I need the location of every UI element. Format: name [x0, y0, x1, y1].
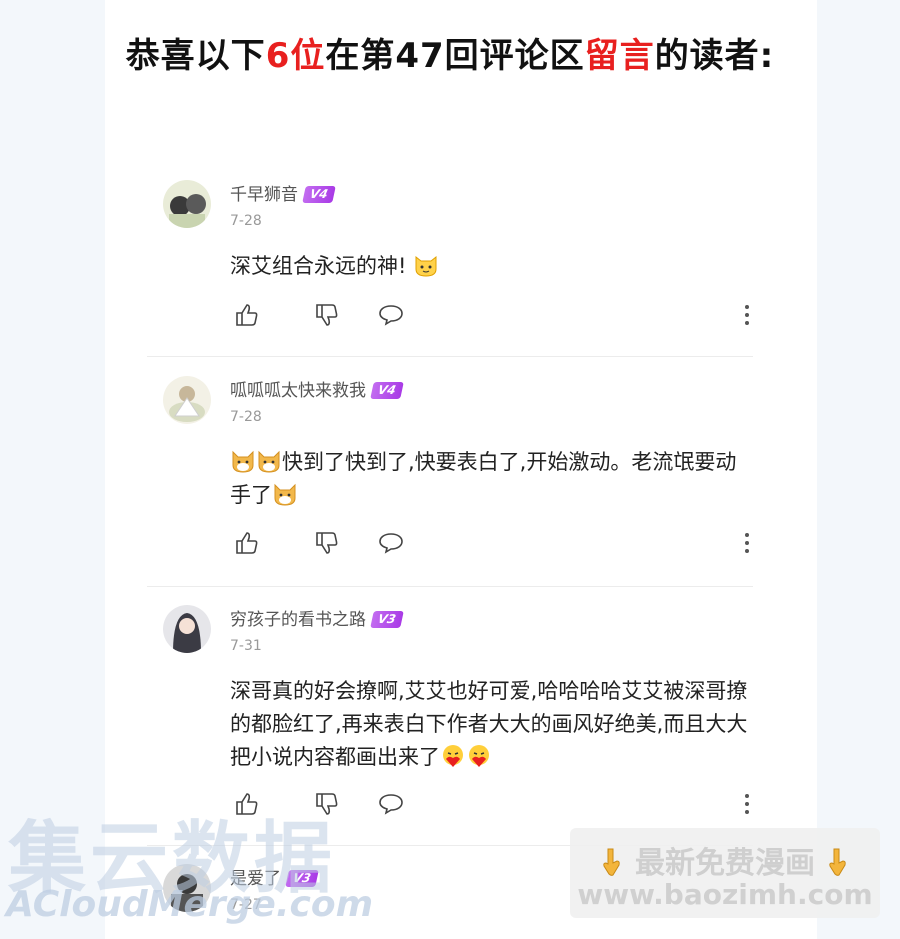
comment-text: 深艾组合永远的神! — [230, 250, 750, 283]
divider — [147, 586, 753, 587]
watermark-english: ACloudMerge.com — [6, 884, 374, 925]
comment-bubble-icon[interactable] — [378, 530, 404, 556]
vip-badge: V4 — [370, 382, 404, 399]
cat-emoji-icon — [415, 255, 437, 277]
promo-title: 最新免费漫画 — [570, 838, 880, 882]
more-options-icon[interactable] — [744, 304, 750, 326]
comment-actions — [230, 530, 750, 556]
avatar[interactable] — [163, 605, 211, 653]
username[interactable]: 呱呱呱太快来救我 V4 — [230, 376, 404, 401]
avatar[interactable] — [163, 376, 211, 424]
thumbs-down-icon[interactable] — [314, 302, 340, 328]
comment-date: 7-28 — [230, 409, 262, 425]
title-text: 在第47回评论区 — [325, 36, 585, 76]
comment-date: 7-31 — [230, 638, 262, 654]
more-options-icon[interactable] — [744, 793, 750, 815]
shiba-emoji-icon — [258, 450, 280, 473]
title-highlight: 留言 — [584, 36, 655, 76]
heart-hug-emoji-icon — [443, 745, 463, 767]
pointing-down-icon — [829, 848, 847, 876]
comment-date: 7-28 — [230, 213, 262, 229]
pointing-down-icon — [602, 848, 620, 876]
shiba-emoji-icon — [232, 450, 254, 473]
comment-bubble-icon[interactable] — [378, 791, 404, 817]
username[interactable]: 穷孩子的看书之路 V3 — [230, 605, 404, 630]
comment-text: 深哥真的好会撩啊,艾艾也好可爱,哈哈哈哈艾艾被深哥撩的都脸红了,再来表白下作者大… — [230, 679, 748, 769]
page-title: 恭喜以下6位在第47回评论区留言的读者: — [0, 28, 900, 77]
comment-item: 呱呱呱太快来救我 V4 7-28 快到了快到了,快要表白了,开始激动。老流氓要动手… — [160, 374, 760, 564]
more-options-icon[interactable] — [744, 532, 750, 554]
title-text: 的读者: — [654, 36, 775, 76]
title-highlight: 6位 — [265, 36, 326, 76]
thumbs-down-icon[interactable] — [314, 530, 340, 556]
comment-bubble-icon[interactable] — [378, 302, 404, 328]
avatar[interactable] — [163, 180, 211, 228]
title-text: 恭喜以下 — [125, 36, 266, 76]
divider — [147, 356, 753, 357]
heart-hug-emoji-icon — [469, 745, 489, 767]
promo-url[interactable]: www.baozimh.com — [570, 878, 880, 911]
comment-actions — [230, 302, 750, 328]
vip-badge: V4 — [302, 186, 336, 203]
username[interactable]: 千早狮音 V4 — [230, 180, 336, 205]
thumbs-up-icon[interactable] — [234, 302, 260, 328]
thumbs-up-icon[interactable] — [234, 530, 260, 556]
comment-item: 千早狮音 V4 7-28 深艾组合永远的神! — [160, 178, 760, 328]
comment-item: 穷孩子的看书之路 V3 7-31 深哥真的好会撩啊,艾艾也好可爱,哈哈哈哈艾艾被深… — [160, 603, 760, 823]
vip-badge: V3 — [370, 611, 404, 628]
comment-text: 快到了快到了,快要表白了,开始激动。老流氓要动手了 — [230, 450, 737, 507]
promo-banner[interactable]: 最新免费漫画 www.baozimh.com — [570, 828, 880, 918]
shiba-emoji-icon — [274, 483, 296, 506]
